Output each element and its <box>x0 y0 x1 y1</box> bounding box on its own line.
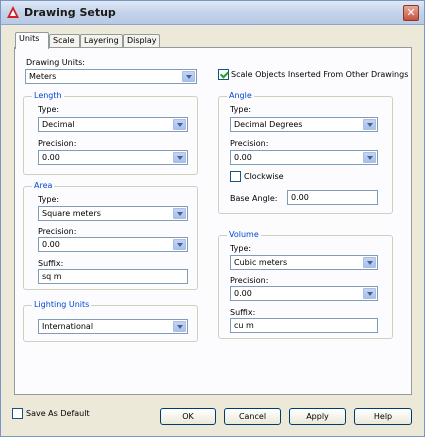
drawing-units-value: Meters <box>29 72 57 81</box>
base-angle-value: 0.00 <box>291 193 309 202</box>
angle-precision-label: Precision: <box>230 139 269 148</box>
angle-group-title: Angle <box>227 91 254 100</box>
angle-type-label: Type: <box>230 105 252 114</box>
apply-button[interactable]: Apply <box>289 408 346 425</box>
chevron-down-icon <box>173 152 186 163</box>
volume-precision-select[interactable]: 0.00 <box>230 286 378 301</box>
area-type-label: Type: <box>38 195 60 204</box>
length-type-select[interactable]: Decimal <box>38 117 188 132</box>
clockwise-label: Clockwise <box>244 172 284 181</box>
area-group-title: Area <box>32 181 55 190</box>
length-precision-label: Precision: <box>38 139 77 148</box>
length-precision-select[interactable]: 0.00 <box>38 150 188 165</box>
volume-group-title: Volume <box>227 230 261 239</box>
drawing-units-select[interactable]: Meters <box>25 69 197 84</box>
help-button[interactable]: Help <box>354 408 412 425</box>
close-button[interactable]: ✕ <box>403 5 419 21</box>
length-precision-value: 0.00 <box>42 153 60 162</box>
angle-precision-value: 0.00 <box>234 153 252 162</box>
angle-type-value: Decimal Degrees <box>234 120 303 129</box>
area-precision-label: Precision: <box>38 227 77 236</box>
ok-button[interactable]: OK <box>160 408 216 425</box>
volume-type-select[interactable]: Cubic meters <box>230 255 378 270</box>
volume-suffix-label: Suffix: <box>230 308 256 317</box>
save-as-default-checkbox[interactable] <box>12 408 23 419</box>
length-type-value: Decimal <box>42 120 75 129</box>
base-angle-input[interactable]: 0.00 <box>287 190 378 205</box>
window-title: Drawing Setup <box>24 6 116 19</box>
chevron-down-icon <box>173 208 186 219</box>
base-angle-label: Base Angle: <box>230 194 278 203</box>
lighting-units-title: Lighting Units <box>32 300 92 309</box>
area-precision-value: 0.00 <box>42 240 60 249</box>
drawing-setup-dialog: Drawing Setup ✕ Units Scale Layering Dis… <box>0 0 425 437</box>
tab-scale[interactable]: Scale <box>49 34 80 48</box>
area-suffix-input[interactable]: sq m <box>38 269 188 284</box>
angle-type-select[interactable]: Decimal Degrees <box>230 117 378 132</box>
clockwise-checkbox[interactable] <box>230 171 241 182</box>
units-tab-panel: Drawing Units: Meters Scale Objects Inse… <box>14 47 412 395</box>
chevron-down-icon <box>363 152 376 163</box>
chevron-down-icon <box>173 239 186 250</box>
volume-group: Volume Type: Cubic meters Precision: 0.0… <box>218 230 393 339</box>
area-suffix-label: Suffix: <box>38 259 64 268</box>
angle-precision-select[interactable]: 0.00 <box>230 150 378 165</box>
volume-suffix-value: cu m <box>234 321 254 330</box>
autocad-app-icon <box>7 6 19 18</box>
area-type-select[interactable]: Square meters <box>38 206 188 221</box>
chevron-down-icon <box>182 71 195 82</box>
chevron-down-icon <box>363 257 376 268</box>
title-bar[interactable]: Drawing Setup ✕ <box>1 1 424 25</box>
drawing-units-label: Drawing Units: <box>26 58 85 67</box>
area-precision-select[interactable]: 0.00 <box>38 237 188 252</box>
area-type-value: Square meters <box>42 209 101 218</box>
scale-objects-checkbox[interactable] <box>218 69 229 80</box>
chevron-down-icon <box>173 119 186 130</box>
scale-objects-label: Scale Objects Inserted From Other Drawin… <box>231 70 409 79</box>
tab-units[interactable]: Units <box>15 32 49 49</box>
tab-display[interactable]: Display <box>123 34 160 48</box>
lighting-units-select[interactable]: International <box>38 319 188 334</box>
tab-layering[interactable]: Layering <box>80 34 123 48</box>
volume-type-label: Type: <box>230 244 252 253</box>
angle-group: Angle Type: Decimal Degrees Precision: 0… <box>218 91 393 214</box>
length-group: Length Type: Decimal Precision: 0.00 <box>23 91 198 175</box>
chevron-down-icon <box>363 288 376 299</box>
save-as-default-label: Save As Default <box>26 409 90 418</box>
area-suffix-value: sq m <box>42 272 62 281</box>
volume-suffix-input[interactable]: cu m <box>230 318 378 333</box>
volume-precision-label: Precision: <box>230 276 269 285</box>
cancel-button[interactable]: Cancel <box>224 408 281 425</box>
lighting-units-group: Lighting Units International <box>23 300 198 342</box>
volume-precision-value: 0.00 <box>234 289 252 298</box>
chevron-down-icon <box>173 321 186 332</box>
length-group-title: Length <box>32 91 64 100</box>
volume-type-value: Cubic meters <box>234 258 288 267</box>
lighting-units-value: International <box>42 322 94 331</box>
chevron-down-icon <box>363 119 376 130</box>
length-type-label: Type: <box>38 105 60 114</box>
area-group: Area Type: Square meters Precision: 0.00… <box>23 181 198 290</box>
